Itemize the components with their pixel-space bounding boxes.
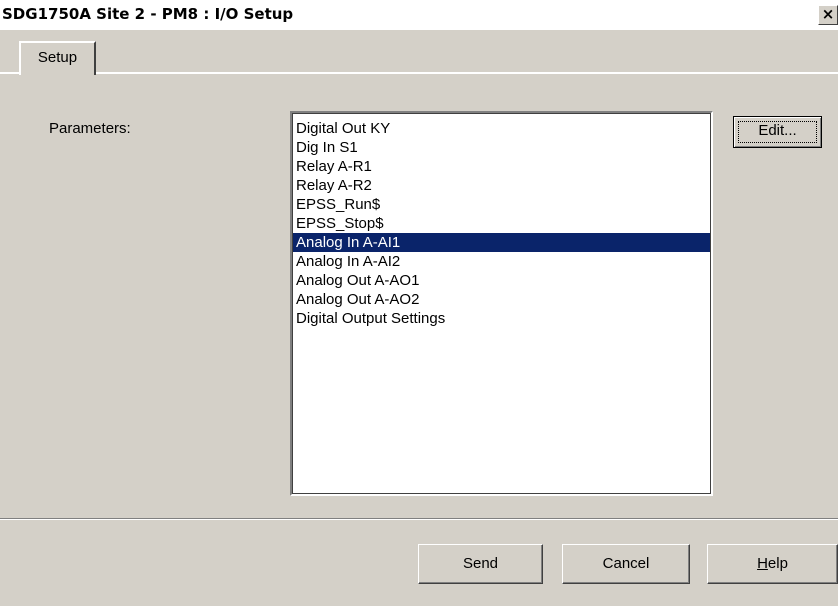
list-item[interactable]: Analog In A-AI2 — [292, 252, 711, 271]
footer-separator — [0, 518, 838, 520]
title-bar: SDG1750A Site 2 - PM8 : I/O Setup × — [0, 0, 838, 30]
help-button[interactable]: Help — [707, 544, 838, 584]
focus-rectangle — [738, 121, 817, 143]
list-item[interactable]: EPSS_Run$ — [292, 195, 711, 214]
window-title: SDG1750A Site 2 - PM8 : I/O Setup — [2, 5, 294, 23]
help-button-label: elp — [767, 555, 788, 572]
close-icon: × — [821, 5, 835, 23]
list-item[interactable]: Analog Out A-AO1 — [292, 271, 711, 290]
edit-button[interactable]: Edit... — [733, 116, 822, 148]
tab-setup[interactable]: Setup — [19, 41, 96, 75]
list-item[interactable]: Analog Out A-AO2 — [292, 290, 711, 309]
parameters-label: Parameters: — [49, 120, 131, 137]
cancel-button-label: Cancel — [602, 555, 650, 572]
list-item[interactable]: EPSS_Stop$ — [292, 214, 711, 233]
list-item[interactable]: Relay A-R2 — [292, 176, 711, 195]
send-button[interactable]: Send — [418, 544, 543, 584]
tab-setup-label: Setup — [37, 49, 78, 66]
parameters-listbox[interactable]: Digital Out KY Dig In S1 Relay A-R1 Relay A… — [290, 111, 713, 496]
list-item[interactable]: Analog In A-AI1 — [292, 233, 711, 252]
list-item[interactable]: Digital Out KY — [292, 119, 711, 138]
help-button-mnemonic: H — [757, 555, 768, 572]
list-item[interactable]: Digital Output Settings — [292, 309, 711, 328]
close-button[interactable]: × — [818, 5, 838, 25]
cancel-button[interactable]: Cancel — [562, 544, 690, 584]
list-item[interactable]: Relay A-R1 — [292, 157, 711, 176]
tab-strip-divider — [0, 72, 838, 74]
list-item[interactable]: Dig In S1 — [292, 138, 711, 157]
send-button-label: Send — [462, 555, 499, 572]
